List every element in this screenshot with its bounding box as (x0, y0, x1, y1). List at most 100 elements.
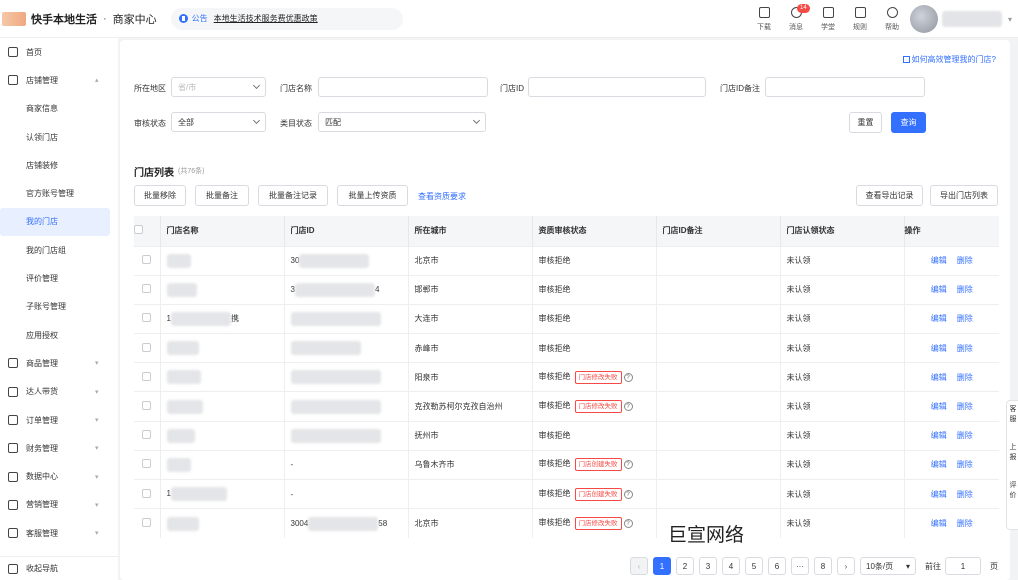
topbar-graduation-cap-button[interactable]: 学堂 (812, 4, 844, 32)
edit-link[interactable]: 编辑 (931, 490, 947, 499)
table-row[interactable]: 抚州市 审核拒绝 未认领 编辑 删除 (134, 420, 999, 451)
category-status-select[interactable]: 匹配 (318, 112, 486, 132)
topbar-rules-button[interactable]: 规则 (844, 4, 876, 32)
next-page-button[interactable]: › (837, 557, 855, 575)
table-row[interactable]: 3 4 邯郸市 审核拒绝 未认领 编辑 删除 (134, 274, 999, 305)
notice-link[interactable]: 本地生活技术服务费优惠政策 (214, 13, 318, 24)
row-checkbox[interactable] (142, 401, 152, 411)
table-row[interactable]: 克孜勒苏柯尔克孜自治州 审核拒绝 门店修改失败? 未认领 编辑 删除 (134, 391, 999, 422)
topbar-bell-button[interactable]: 14 消息 (780, 4, 812, 32)
edit-link[interactable]: 编辑 (931, 431, 947, 440)
delete-link[interactable]: 删除 (957, 402, 973, 411)
sidebar-item[interactable]: 客服管理 ▾ (0, 519, 118, 547)
row-checkbox[interactable] (142, 313, 152, 323)
edit-link[interactable]: 编辑 (931, 314, 947, 323)
select-all-checkbox[interactable] (134, 225, 143, 235)
sidebar-item[interactable]: 达人带货 ▾ (0, 378, 118, 406)
delete-link[interactable]: 删除 (957, 431, 973, 440)
sidebar-item[interactable]: 数据中心 ▾ (0, 462, 118, 490)
page-button[interactable]: 2 (676, 557, 694, 575)
sidebar-item[interactable]: 首页 (0, 38, 118, 66)
user-menu[interactable]: ▾ (910, 5, 1012, 33)
table-row[interactable]: 30 北京市 审核拒绝 未认领 编辑 删除 (134, 245, 999, 276)
delete-link[interactable]: 删除 (957, 460, 973, 469)
sidebar-item[interactable]: 我的门店 (0, 207, 110, 237)
table-row[interactable]: 赤峰市 审核拒绝 未认领 编辑 删除 (134, 333, 999, 363)
help-link[interactable]: 如何高效管理我的门店? (902, 54, 996, 65)
row-checkbox[interactable] (142, 430, 152, 440)
question-icon[interactable]: ? (623, 519, 633, 529)
audit-status-select[interactable]: 全部 (171, 112, 266, 132)
notice-bar[interactable]: 公告 本地生活技术服务费优惠政策 (170, 7, 403, 30)
sidebar-item[interactable]: 我的门店组 (0, 236, 118, 264)
sidebar-item[interactable]: 财务管理 ▾ (0, 434, 118, 462)
table-row[interactable]: 3004 58 北京市 审核拒绝 门店修改失败? 未认领 编辑 删除 (134, 508, 999, 538)
question-icon[interactable]: ? (623, 402, 633, 412)
floating-tool-label[interactable]: 客服 (1007, 405, 1018, 425)
region-select[interactable]: 省/市 (171, 77, 266, 97)
table-row[interactable]: 1 携 大连市 审核拒绝 未认领 编辑 删除 (134, 303, 999, 334)
page-size-select[interactable]: 10条/页 ▾ (860, 557, 916, 575)
floating-tool-label[interactable]: 评价 (1007, 481, 1018, 501)
question-icon[interactable]: ? (623, 489, 633, 499)
store-name-input[interactable] (318, 77, 488, 97)
table-row[interactable]: - 乌鲁木齐市 审核拒绝 门店创建失败? 未认领 编辑 删除 (134, 449, 999, 480)
reset-button[interactable]: 重置 (849, 112, 882, 133)
row-checkbox[interactable] (142, 371, 152, 381)
export-list-button[interactable]: 导出门店列表 (930, 185, 998, 206)
delete-link[interactable]: 删除 (957, 373, 973, 382)
avatar[interactable] (910, 5, 938, 33)
row-checkbox[interactable] (142, 284, 152, 294)
edit-link[interactable]: 编辑 (931, 402, 947, 411)
edit-link[interactable]: 编辑 (931, 373, 947, 382)
row-checkbox[interactable] (142, 518, 152, 528)
edit-link[interactable]: 编辑 (931, 460, 947, 469)
question-icon[interactable]: ? (623, 460, 633, 470)
delete-link[interactable]: 删除 (957, 314, 973, 323)
page-button[interactable]: 3 (699, 557, 717, 575)
question-icon[interactable]: ? (623, 372, 633, 382)
export-records-button[interactable]: 查看导出记录 (856, 185, 923, 206)
sidebar-item[interactable]: 店铺管理 ▴ (0, 66, 118, 94)
topbar-download-button[interactable]: 下载 (748, 4, 780, 32)
batch-remove-button[interactable]: 批量移除 (134, 185, 186, 206)
goto-page-input[interactable]: 1 (945, 557, 981, 575)
delete-link[interactable]: 删除 (957, 490, 973, 499)
edit-link[interactable]: 编辑 (931, 344, 947, 353)
sidebar-item[interactable]: 应用授权 (0, 321, 118, 349)
edit-link[interactable]: 编辑 (931, 285, 947, 294)
sidebar-item[interactable]: 子账号管理 (0, 293, 118, 321)
sidebar-item[interactable]: 评价管理 (0, 264, 118, 292)
query-button[interactable]: 查询 (891, 112, 926, 133)
floating-tool-label[interactable]: 上报 (1007, 443, 1018, 463)
row-checkbox[interactable] (142, 488, 152, 498)
page-button[interactable]: 6 (768, 557, 786, 575)
sidebar-item[interactable]: 商家信息 (0, 95, 118, 123)
store-id-note-input[interactable] (765, 77, 925, 97)
delete-link[interactable]: 删除 (957, 285, 973, 294)
batch-note-button[interactable]: 批量备注 (195, 185, 249, 206)
floating-toolbar[interactable]: 客服 上报 评价 (1006, 400, 1018, 530)
row-checkbox[interactable] (142, 342, 152, 352)
delete-link[interactable]: 删除 (957, 344, 973, 353)
sidebar-item[interactable]: 官方账号管理 (0, 179, 118, 207)
view-requirements-link[interactable]: 查看资质要求 (418, 191, 466, 202)
chevron-down-icon[interactable]: ▾ (1008, 15, 1012, 24)
table-row[interactable]: 阳泉市 审核拒绝 门店修改失败? 未认领 编辑 删除 (134, 362, 999, 392)
batch-upload-qualification-button[interactable]: 批量上传资质 (337, 185, 408, 206)
sidebar-item[interactable]: 商品管理 ▾ (0, 349, 118, 377)
delete-link[interactable]: 删除 (957, 519, 973, 528)
batch-note-records-button[interactable]: 批量备注记录 (258, 185, 328, 206)
page-button[interactable]: 1 (653, 557, 671, 575)
collapse-nav-button[interactable]: 收起导航 (0, 556, 118, 580)
sidebar-item[interactable]: 营销管理 ▾ (0, 491, 118, 519)
edit-link[interactable]: 编辑 (931, 256, 947, 265)
row-checkbox[interactable] (142, 459, 152, 469)
page-button[interactable]: 4 (722, 557, 740, 575)
sidebar-item[interactable]: 店铺装修 (0, 151, 118, 179)
table-row[interactable]: 1- 审核拒绝 门店创建失败? 未认领 编辑 删除 (134, 478, 999, 509)
page-button[interactable]: 8 (814, 557, 832, 575)
row-checkbox[interactable] (142, 255, 152, 265)
logo[interactable]: 快手本地生活 · 商家中心 (2, 11, 157, 27)
sidebar-item[interactable]: 认领门店 (0, 123, 118, 151)
